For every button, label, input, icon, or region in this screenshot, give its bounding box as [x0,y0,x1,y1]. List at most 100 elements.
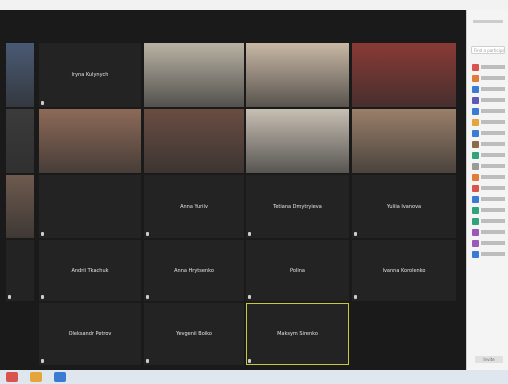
mic-muted-icon [354,295,357,299]
participant-list-name [481,109,505,113]
mic-muted-icon [248,232,251,236]
participant-tile[interactable] [6,175,34,238]
participant-name: Oleksandr Petrov [68,331,112,337]
gallery-grid: Iryna Kulynych Anna Yuriiv Tetiana Dmytryi… [6,43,464,377]
video-feed [6,43,34,107]
mic-muted-icon [41,232,44,236]
participant-tile[interactable]: Maksym Sirenko [246,303,349,365]
chrome-icon[interactable] [30,372,42,382]
avatar [472,229,479,236]
participant-row[interactable] [467,161,508,172]
participant-row[interactable] [467,172,508,183]
mic-muted-icon [41,359,44,363]
participant-tile[interactable]: Tetiana Dmytryieva [246,175,349,238]
participant-row[interactable] [467,194,508,205]
participant-row[interactable] [467,128,508,139]
participant-search-input[interactable]: Find a participant [471,46,505,54]
participant-tile[interactable]: Ivanna Korolenko [352,240,456,301]
participant-row[interactable] [467,117,508,128]
video-feed [6,175,34,238]
participant-row[interactable] [467,106,508,117]
participant-row[interactable] [467,62,508,73]
participant-list-name [481,65,505,69]
participant-row[interactable] [467,95,508,106]
participant-tile[interactable] [6,240,34,301]
participant-tile[interactable] [39,175,141,238]
avatar [472,240,479,247]
mic-muted-icon [41,101,44,105]
avatar [472,218,479,225]
avatar [472,251,479,258]
mic-muted-icon [248,295,251,299]
participant-list-name [481,186,505,190]
participant-tile[interactable]: Yuliia Ivanova [352,175,456,238]
participant-list-name [481,241,505,245]
participant-name: Iryna Kulynych [71,72,109,78]
avatar [472,141,479,148]
participant-tile[interactable] [352,43,456,107]
taskbar [0,370,508,384]
video-feed [352,43,456,107]
avatar [472,207,479,214]
participants-panel: Find a participant Invite [466,10,508,370]
participant-row[interactable] [467,205,508,216]
avatar [472,75,479,82]
video-feed [39,109,141,173]
participant-list-name [481,142,505,146]
participant-name: Tetiana Dmytryieva [273,203,322,210]
participant-tile[interactable] [246,43,349,107]
participant-tile[interactable]: Oleksandr Petrov [39,303,141,365]
zoom-icon[interactable] [54,372,66,382]
participant-list [467,62,508,260]
participant-name: Maksym Sirenko [277,331,318,337]
participant-name: Yevgenii Boiko [176,331,212,337]
participant-row[interactable] [467,227,508,238]
participant-tile[interactable]: Yevgenii Boiko [144,303,244,365]
participant-name: Andrii Tkachuk [71,267,109,274]
participant-tile[interactable]: Andrii Tkachuk [39,240,141,301]
participant-tile[interactable]: Anna Yuriiv [144,175,244,238]
participant-name: Anna Hrytsenko [174,267,214,274]
participant-list-name [481,175,505,179]
participant-list-name [481,197,505,201]
participant-row[interactable] [467,183,508,194]
participant-tile[interactable] [352,109,456,173]
mic-muted-icon [146,359,149,363]
video-feed [246,43,349,107]
video-feed [144,109,244,173]
participant-list-name [481,98,505,102]
participant-list-name [481,153,505,157]
avatar [472,174,479,181]
participant-tile[interactable]: Polina [246,240,349,301]
avatar [472,130,479,137]
avatar [472,119,479,126]
participant-row[interactable] [467,216,508,227]
participant-name: Ivanna Korolenko [382,267,426,274]
participant-name: Polina [290,267,305,274]
monitor-top-bar [0,0,508,10]
participant-tile[interactable] [39,109,141,173]
participant-tile[interactable] [246,109,349,173]
participant-row[interactable] [467,73,508,84]
participant-tile[interactable] [6,109,34,173]
participant-tile[interactable]: Iryna Kulynych [39,43,141,107]
video-feed [246,109,349,173]
participant-list-name [481,87,505,91]
mic-muted-icon [41,295,44,299]
participant-row[interactable] [467,139,508,150]
participant-tile[interactable] [144,109,244,173]
avatar [472,196,479,203]
participant-tile[interactable] [6,43,34,107]
meeting-window: Iryna Kulynych Anna Yuriiv Tetiana Dmytryi… [0,10,466,370]
mic-muted-icon [354,232,357,236]
participant-row[interactable] [467,150,508,161]
windows-icon[interactable] [6,372,18,382]
participant-row[interactable] [467,249,508,260]
participant-row[interactable] [467,238,508,249]
participant-tile[interactable]: Anna Hrytsenko [144,240,244,301]
invite-button[interactable]: Invite [475,356,503,363]
participant-list-name [481,131,505,135]
participant-tile[interactable] [144,43,244,107]
avatar [472,152,479,159]
participant-row[interactable] [467,84,508,95]
